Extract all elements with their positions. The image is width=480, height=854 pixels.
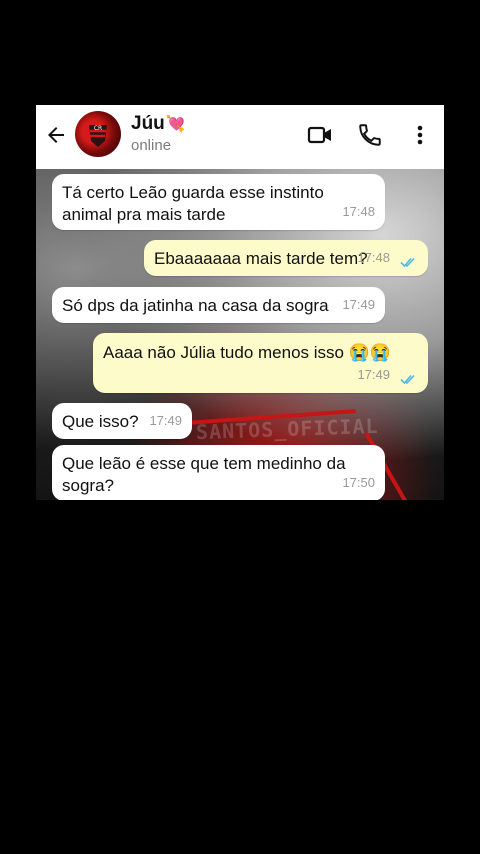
message-time: 17:49 bbox=[149, 413, 182, 428]
message-text: Ebaaaaaaa mais tarde tem? bbox=[154, 249, 368, 268]
message-incoming[interactable]: Que isso? 17:49 bbox=[52, 403, 192, 439]
message-outgoing[interactable]: Aaaa não Júlia tudo menos isso 😭😭 17:49 bbox=[93, 333, 428, 393]
video-call-icon[interactable] bbox=[307, 122, 333, 148]
voice-call-icon[interactable] bbox=[357, 122, 383, 148]
message-incoming[interactable]: Só dps da jatinha na casa da sogra 17:49 bbox=[52, 287, 385, 323]
message-time: 17:49 bbox=[357, 367, 390, 382]
message-outgoing[interactable]: Ebaaaaaaa mais tarde tem? 17:48 bbox=[144, 240, 428, 276]
chat-header: CR Júu💘 online bbox=[36, 105, 444, 169]
read-ticks-icon bbox=[400, 257, 415, 268]
back-arrow-icon[interactable] bbox=[44, 123, 68, 147]
message-time: 17:48 bbox=[342, 204, 375, 219]
contact-name-text: Júu bbox=[131, 113, 165, 134]
contact-status: online bbox=[131, 137, 172, 154]
message-incoming[interactable]: Que leão é esse que tem medinho da sogra… bbox=[52, 445, 385, 500]
message-time: 17:49 bbox=[342, 297, 375, 312]
message-text: Que isso? bbox=[62, 412, 139, 431]
chat-screenshot: CR Júu💘 online SANTOS_OFICIAL Tá certo L… bbox=[36, 105, 444, 500]
contact-name[interactable]: Júu💘 bbox=[131, 113, 186, 135]
read-ticks-icon bbox=[400, 374, 415, 385]
svg-text:CR: CR bbox=[94, 125, 102, 132]
message-time: 17:48 bbox=[357, 250, 390, 265]
message-text: Que leão é esse que tem medinho da sogra… bbox=[62, 454, 346, 495]
watermark: SANTOS_OFICIAL bbox=[195, 413, 379, 445]
message-incoming[interactable]: Tá certo Leão guarda esse instinto anima… bbox=[52, 174, 385, 230]
message-text: Aaaa não Júlia tudo menos isso 😭😭 bbox=[103, 343, 392, 362]
message-text: Tá certo Leão guarda esse instinto anima… bbox=[62, 183, 324, 224]
chat-area[interactable]: SANTOS_OFICIAL Tá certo Leão guarda esse… bbox=[36, 169, 444, 500]
heart-emoji: 💘 bbox=[165, 116, 186, 133]
message-time: 17:50 bbox=[342, 475, 375, 490]
message-text: Só dps da jatinha na casa da sogra bbox=[62, 296, 329, 315]
avatar[interactable]: CR bbox=[75, 111, 121, 157]
more-options-icon[interactable] bbox=[407, 122, 433, 148]
